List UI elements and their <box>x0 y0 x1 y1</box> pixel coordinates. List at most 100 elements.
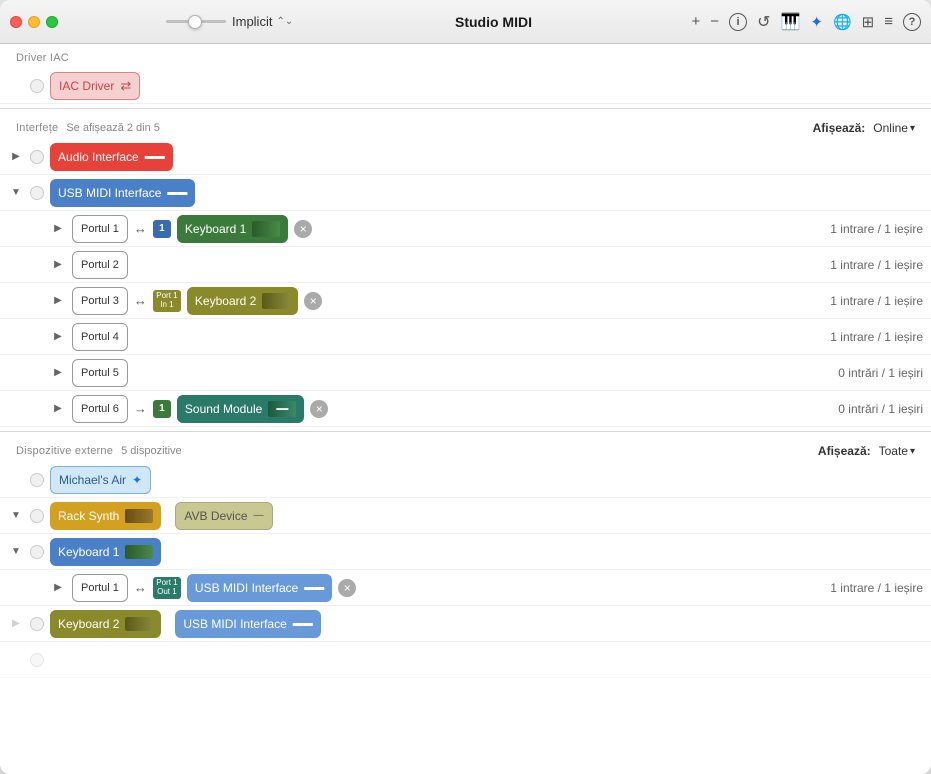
ext-keyboard1-enabled[interactable] <box>30 545 44 559</box>
expand-ext-keyboard1[interactable]: ▼ <box>8 544 24 560</box>
remove-button[interactable]: − <box>710 13 719 30</box>
expand-port3[interactable]: ▶ <box>50 293 66 309</box>
rack-synth-chip[interactable]: Rack Synth <box>50 502 161 530</box>
ext-keyboard2-img <box>125 617 153 631</box>
port5-row[interactable]: ▶ Portul 5 0 intrări / 1 ieșiri <box>0 355 931 391</box>
usb-icon-ext: ▬▬ <box>304 582 324 593</box>
close-button[interactable] <box>10 16 22 28</box>
separator-2 <box>0 431 931 432</box>
expand-usb-midi[interactable]: ▼ <box>8 185 24 201</box>
expand-port2[interactable]: ▶ <box>50 257 66 273</box>
traffic-lights <box>10 16 58 28</box>
ext-port1-row[interactable]: ▶ Portul 1 ↔ Port 1 Out 1 USB MIDI Inter… <box>0 570 931 606</box>
list-view-icon[interactable]: ≡ <box>884 13 893 30</box>
port3-remove[interactable]: × <box>304 292 322 310</box>
titlebar: Implicit ⌃⌄ Studio MIDI + − i ↺ 🎹 ✦ 🌐 ⊞ … <box>0 0 931 44</box>
iac-driver-row[interactable]: IAC Driver ⇄ <box>0 68 931 104</box>
avb-device-label: AVB Device <box>184 509 247 523</box>
sound-module-label: Sound Module <box>185 402 262 416</box>
ext-port1-label-box: Port 1 Out 1 <box>153 577 181 599</box>
ext-port1-remove[interactable]: × <box>338 579 356 597</box>
sound-module-img: ▬▬ <box>268 401 296 417</box>
ext-port1-arrow: ↔ <box>134 580 147 595</box>
expand-ext-port1[interactable]: ▶ <box>50 580 66 596</box>
port1-io: 1 intrare / 1 ieșire <box>830 222 923 236</box>
port4-row[interactable]: ▶ Portul 4 1 intrare / 1 ieșire <box>0 319 931 355</box>
interfete-filter-select[interactable]: Online ▾ <box>873 121 915 135</box>
port6-chip[interactable]: Portul 6 <box>72 395 128 423</box>
audio-interface-row[interactable]: ▶ Audio Interface ▬▬ <box>0 139 931 175</box>
michaels-air-label: Michael's Air <box>59 473 126 487</box>
port3-chip[interactable]: Portul 3 <box>72 287 128 315</box>
implicit-select[interactable]: Implicit ⌃⌄ <box>232 14 293 29</box>
port6-row[interactable]: ▶ Portul 6 → 1 Sound Module ▬▬ × 0 intră… <box>0 391 931 427</box>
ext-keyboard1-chip[interactable]: Keyboard 1 <box>50 538 161 566</box>
ext-keyboard2-row[interactable]: ▶ Keyboard 2 USB MIDI Interface ▬▬ <box>0 606 931 642</box>
ext-keyboard2-label: Keyboard 2 <box>58 617 119 631</box>
port6-remove[interactable]: × <box>310 400 328 418</box>
port1-num: 1 <box>153 220 171 238</box>
extra-row[interactable] <box>0 642 931 678</box>
keyboard1-img <box>252 221 280 237</box>
grid-view-icon[interactable]: ⊞ <box>862 13 875 31</box>
piano-icon[interactable]: 🎹 <box>780 12 800 32</box>
expand-port1[interactable]: ▶ <box>50 221 66 237</box>
port3-row[interactable]: ▶ Portul 3 ↔ Port 1 In 1 Keyboard 2 × 1 … <box>0 283 931 319</box>
usb-midi-ext-chip[interactable]: USB MIDI Interface ▬▬ <box>187 574 332 602</box>
michaels-air-enabled[interactable] <box>30 473 44 487</box>
interfete-header: Interfețe Se afișează 2 din 5 Afișează: … <box>0 113 931 139</box>
port4-chip[interactable]: Portul 4 <box>72 323 128 351</box>
minimize-button[interactable] <box>28 16 40 28</box>
port2-row[interactable]: ▶ Portul 2 1 intrare / 1 ieșire <box>0 247 931 283</box>
ext-port1-chip[interactable]: Portul 1 <box>72 574 128 602</box>
ext-keyboard1-row[interactable]: ▼ Keyboard 1 <box>0 534 931 570</box>
expand-iac <box>8 78 24 94</box>
port5-chip[interactable]: Portul 5 <box>72 359 128 387</box>
globe-icon[interactable]: 🌐 <box>833 13 852 31</box>
expand-extra <box>8 652 24 668</box>
info-icon[interactable]: i <box>729 13 747 31</box>
keyboard1-chip[interactable]: Keyboard 1 <box>177 215 288 243</box>
externe-filter-select[interactable]: Toate ▾ <box>879 444 915 458</box>
usb-midi-enabled[interactable] <box>30 186 44 200</box>
port1-remove[interactable]: × <box>294 220 312 238</box>
ext-keyboard1-label: Keyboard 1 <box>58 545 119 559</box>
usb-midi-interface-row[interactable]: ▼ USB MIDI Interface ▬▬ <box>0 175 931 211</box>
expand-port4[interactable]: ▶ <box>50 329 66 345</box>
usb-midi-chip[interactable]: USB MIDI Interface ▬▬ <box>50 179 195 207</box>
expand-port6[interactable]: ▶ <box>50 401 66 417</box>
bluetooth-icon[interactable]: ✦ <box>810 13 823 31</box>
rack-synth-row[interactable]: ▼ Rack Synth AVB Device — <box>0 498 931 534</box>
avb-device-chip[interactable]: AVB Device — <box>175 502 272 530</box>
port5-io: 0 intrări / 1 ieșiri <box>838 366 923 380</box>
rack-synth-enabled[interactable] <box>30 509 44 523</box>
port1-row[interactable]: ▶ Portul 1 ↔ 1 Keyboard 1 × 1 intrare / … <box>0 211 931 247</box>
sound-module-chip[interactable]: Sound Module ▬▬ <box>177 395 304 423</box>
michaels-air-chip[interactable]: Michael's Air ✦ <box>50 466 151 494</box>
port2-io: 1 intrare / 1 ieșire <box>830 258 923 272</box>
dispozitive-externe-header: Dispozitive externe 5 dispozitive Afișea… <box>0 436 931 462</box>
expand-audio[interactable]: ▶ <box>8 149 24 165</box>
maximize-button[interactable] <box>46 16 58 28</box>
port1-chip[interactable]: Portul 1 <box>72 215 128 243</box>
port2-chip[interactable]: Portul 2 <box>72 251 128 279</box>
usb-midi-ext2-chip[interactable]: USB MIDI Interface ▬▬ <box>175 610 320 638</box>
help-icon[interactable]: ? <box>903 13 921 31</box>
expand-rack-synth[interactable]: ▼ <box>8 508 24 524</box>
audio-enabled[interactable] <box>30 150 44 164</box>
keyboard2-label: Keyboard 2 <box>195 294 256 308</box>
iac-driver-chip[interactable]: IAC Driver ⇄ <box>50 72 140 100</box>
michaels-air-row[interactable]: Michael's Air ✦ <box>0 462 931 498</box>
ext-keyboard2-enabled[interactable] <box>30 617 44 631</box>
iac-enabled[interactable] <box>30 79 44 93</box>
extra-enabled[interactable] <box>30 653 44 667</box>
audio-interface-chip[interactable]: Audio Interface ▬▬ <box>50 143 173 171</box>
zoom-slider[interactable] <box>166 20 226 23</box>
sync-icon[interactable]: ↺ <box>757 12 770 32</box>
keyboard2-chip[interactable]: Keyboard 2 <box>187 287 298 315</box>
add-button[interactable]: + <box>692 13 701 30</box>
chevron-down-icon-2: ▾ <box>910 446 915 457</box>
usb-icon-audio: ▬▬ <box>145 151 165 162</box>
expand-port5[interactable]: ▶ <box>50 365 66 381</box>
ext-keyboard2-chip[interactable]: Keyboard 2 <box>50 610 161 638</box>
